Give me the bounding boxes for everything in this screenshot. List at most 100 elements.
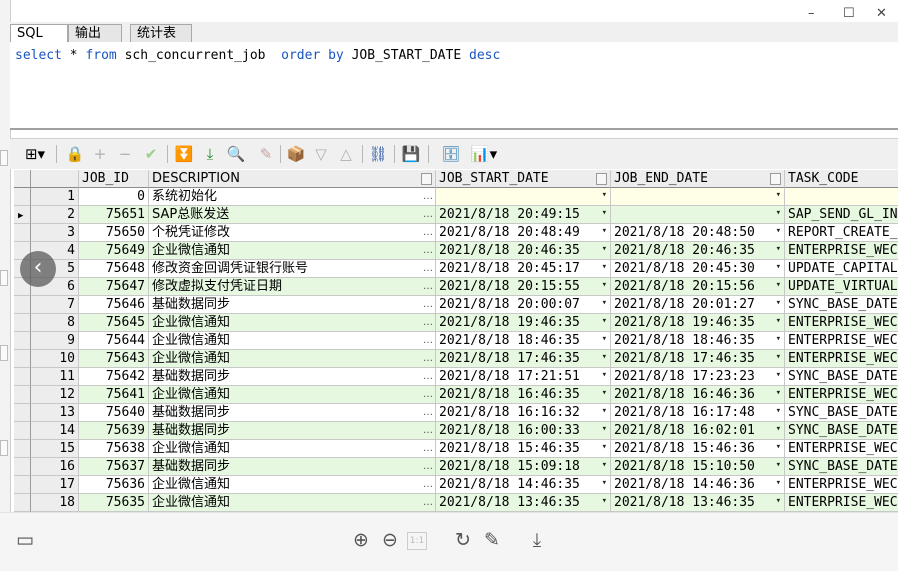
row-indicator[interactable]: [14, 404, 31, 422]
cell-job-id[interactable]: 75644: [79, 332, 149, 350]
cell-job-id[interactable]: 75650: [79, 224, 149, 242]
cell-job-id[interactable]: 75642: [79, 368, 149, 386]
dropdown-icon[interactable]: ▾: [776, 476, 781, 492]
cell-job-id[interactable]: 75638: [79, 440, 149, 458]
dropdown-icon[interactable]: ▾: [602, 278, 607, 294]
table-row[interactable]: 13 75640 基础数据同步… 2021/8/18 16:16:32 ▾ 2021/8/…: [14, 404, 898, 422]
ellipsis-icon[interactable]: …: [423, 332, 433, 349]
table-row[interactable]: 11 75642 基础数据同步… 2021/8/18 17:21:51 ▾ 2021/8/…: [14, 368, 898, 386]
chart-icon[interactable]: 📊▾: [468, 144, 500, 164]
dropdown-icon[interactable]: ▾: [776, 260, 781, 276]
cell-task-code[interactable]: ENTERPRISE_WECHAT: [785, 314, 898, 332]
table-row[interactable]: 9 75644 企业微信通知… 2021/8/18 18:46:35 ▾ 2021/8/1…: [14, 332, 898, 350]
dropdown-icon[interactable]: ▾: [776, 386, 781, 402]
cell-description[interactable]: 基础数据同步…: [149, 404, 436, 422]
cell-task-code[interactable]: SYNC_BASE_DATE: [785, 458, 898, 476]
cell-job-id[interactable]: 75639: [79, 422, 149, 440]
table-row[interactable]: 8 75645 企业微信通知… 2021/8/18 19:46:35 ▾ 2021/8/1…: [14, 314, 898, 332]
previous-image-button[interactable]: ‹: [20, 251, 56, 287]
dropdown-icon[interactable]: ▾: [776, 494, 781, 510]
cell-description[interactable]: SAP总账发送…: [149, 206, 436, 224]
cell-job-id[interactable]: 75635: [79, 494, 149, 512]
filter-up-icon[interactable]: △: [336, 144, 356, 164]
table-row[interactable]: 12 75641 企业微信通知… 2021/8/18 16:46:35 ▾ 2021/8/…: [14, 386, 898, 404]
col-header-description[interactable]: DESCRIPTION: [149, 170, 436, 188]
column-menu-icon[interactable]: [770, 173, 781, 185]
cell-job-end-date[interactable]: 2021/8/18 20:45:30 ▾: [611, 260, 785, 278]
cell-job-start-date[interactable]: 2021/8/18 19:46:35 ▾: [436, 314, 611, 332]
cell-job-end-date[interactable]: 2021/8/18 19:46:35 ▾: [611, 314, 785, 332]
dropdown-icon[interactable]: ▾: [602, 224, 607, 240]
cell-job-id[interactable]: 75636: [79, 476, 149, 494]
cell-task-code[interactable]: UPDATE_CAPITAL: [785, 260, 898, 278]
dropdown-icon[interactable]: ▾: [776, 242, 781, 258]
cell-job-id[interactable]: 75647: [79, 278, 149, 296]
dropdown-icon[interactable]: ▾: [602, 296, 607, 312]
cell-job-start-date[interactable]: 2021/8/18 13:46:35 ▾: [436, 494, 611, 512]
cell-description[interactable]: 企业微信通知…: [149, 332, 436, 350]
cell-job-start-date[interactable]: 2021/8/18 15:46:35 ▾: [436, 440, 611, 458]
row-indicator[interactable]: [14, 494, 31, 512]
cell-job-start-date[interactable]: 2021/8/18 16:46:35 ▾: [436, 386, 611, 404]
table-row[interactable]: 16 75637 基础数据同步… 2021/8/18 15:09:18 ▾ 2021/8/…: [14, 458, 898, 476]
add-icon[interactable]: +: [90, 144, 110, 164]
cell-job-start-date[interactable]: 2021/8/18 17:21:51 ▾: [436, 368, 611, 386]
actual-size-icon[interactable]: 1:1: [407, 532, 427, 550]
cell-task-code[interactable]: SYNC_BASE_DATE: [785, 422, 898, 440]
cell-description[interactable]: 基础数据同步…: [149, 296, 436, 314]
cell-task-code[interactable]: REPORT_CREATE_TAX: [785, 224, 898, 242]
cell-description[interactable]: 企业微信通知…: [149, 314, 436, 332]
cell-job-id[interactable]: 75640: [79, 404, 149, 422]
dropdown-icon[interactable]: ▾: [776, 206, 781, 222]
save-icon[interactable]: 💾: [401, 144, 421, 164]
table-row[interactable]: 14 75639 基础数据同步… 2021/8/18 16:00:33 ▾ 2021/8/…: [14, 422, 898, 440]
dropdown-icon[interactable]: ▾: [776, 332, 781, 348]
dropdown-icon[interactable]: ▾: [776, 188, 781, 204]
row-indicator[interactable]: ▶: [14, 206, 31, 224]
cell-job-start-date[interactable]: 2021/8/18 20:46:35 ▾: [436, 242, 611, 260]
sql-editor[interactable]: select * from sch_concurrent_job order b…: [10, 42, 898, 130]
ellipsis-icon[interactable]: …: [423, 476, 433, 493]
cell-job-end-date[interactable]: 2021/8/18 15:10:50 ▾: [611, 458, 785, 476]
rotate-icon[interactable]: ↻: [451, 528, 475, 552]
ellipsis-icon[interactable]: …: [423, 422, 433, 439]
ellipsis-icon[interactable]: …: [423, 314, 433, 331]
cell-task-code[interactable]: ENTERPRISE_WECHAT: [785, 440, 898, 458]
cell-description[interactable]: 修改虚拟支付凭证日期…: [149, 278, 436, 296]
cell-task-code[interactable]: [785, 188, 898, 206]
cell-job-end-date[interactable]: 2021/8/18 16:46:36 ▾: [611, 386, 785, 404]
cell-job-end-date[interactable]: 2021/8/18 13:46:35 ▾: [611, 494, 785, 512]
dropdown-icon[interactable]: ▾: [776, 458, 781, 474]
row-indicator[interactable]: [14, 224, 31, 242]
cell-job-end-date[interactable]: 2021/8/18 16:02:01 ▾: [611, 422, 785, 440]
dropdown-icon[interactable]: ▾: [776, 278, 781, 294]
row-indicator[interactable]: [14, 458, 31, 476]
cell-job-start-date[interactable]: 2021/8/18 18:46:35 ▾: [436, 332, 611, 350]
table-row[interactable]: 3 75650 个税凭证修改… 2021/8/18 20:48:49 ▾ 2021/8/1…: [14, 224, 898, 242]
dropdown-icon[interactable]: ▾: [776, 314, 781, 330]
ellipsis-icon[interactable]: …: [423, 188, 433, 205]
cell-task-code[interactable]: SYNC_BASE_DATE: [785, 368, 898, 386]
fetch-next-icon[interactable]: ⏬: [174, 144, 194, 164]
table-row[interactable]: 10 75643 企业微信通知… 2021/8/18 17:46:35 ▾ 2021/8/…: [14, 350, 898, 368]
cell-job-id[interactable]: 75648: [79, 260, 149, 278]
dropdown-icon[interactable]: ▾: [602, 332, 607, 348]
cell-description[interactable]: 企业微信通知…: [149, 440, 436, 458]
grid-icon[interactable]: ⊞▾: [20, 144, 50, 164]
cell-task-code[interactable]: ENTERPRISE_WECHAT: [785, 476, 898, 494]
dropdown-icon[interactable]: ▾: [776, 368, 781, 384]
cell-job-start-date[interactable]: 2021/8/18 16:16:32 ▾: [436, 404, 611, 422]
ellipsis-icon[interactable]: …: [423, 350, 433, 367]
col-header-job-end-date[interactable]: JOB_END_DATE: [611, 170, 785, 188]
cell-task-code[interactable]: UPDATE_VIRTUAL: [785, 278, 898, 296]
maximize-button[interactable]: ☐: [843, 6, 855, 21]
cell-job-end-date[interactable]: 2021/8/18 15:46:36 ▾: [611, 440, 785, 458]
dropdown-icon[interactable]: ▾: [776, 224, 781, 240]
column-menu-icon[interactable]: [421, 173, 432, 185]
row-indicator[interactable]: [14, 440, 31, 458]
cell-description[interactable]: 企业微信通知…: [149, 386, 436, 404]
cell-job-end-date[interactable]: 2021/8/18 20:48:50 ▾: [611, 224, 785, 242]
ellipsis-icon[interactable]: …: [423, 458, 433, 475]
table-row[interactable]: 18 75635 企业微信通知… 2021/8/18 13:46:35 ▾ 2021/8/…: [14, 494, 898, 512]
table-row[interactable]: 6 75647 修改虚拟支付凭证日期… 2021/8/18 20:15:55 ▾ 2021…: [14, 278, 898, 296]
